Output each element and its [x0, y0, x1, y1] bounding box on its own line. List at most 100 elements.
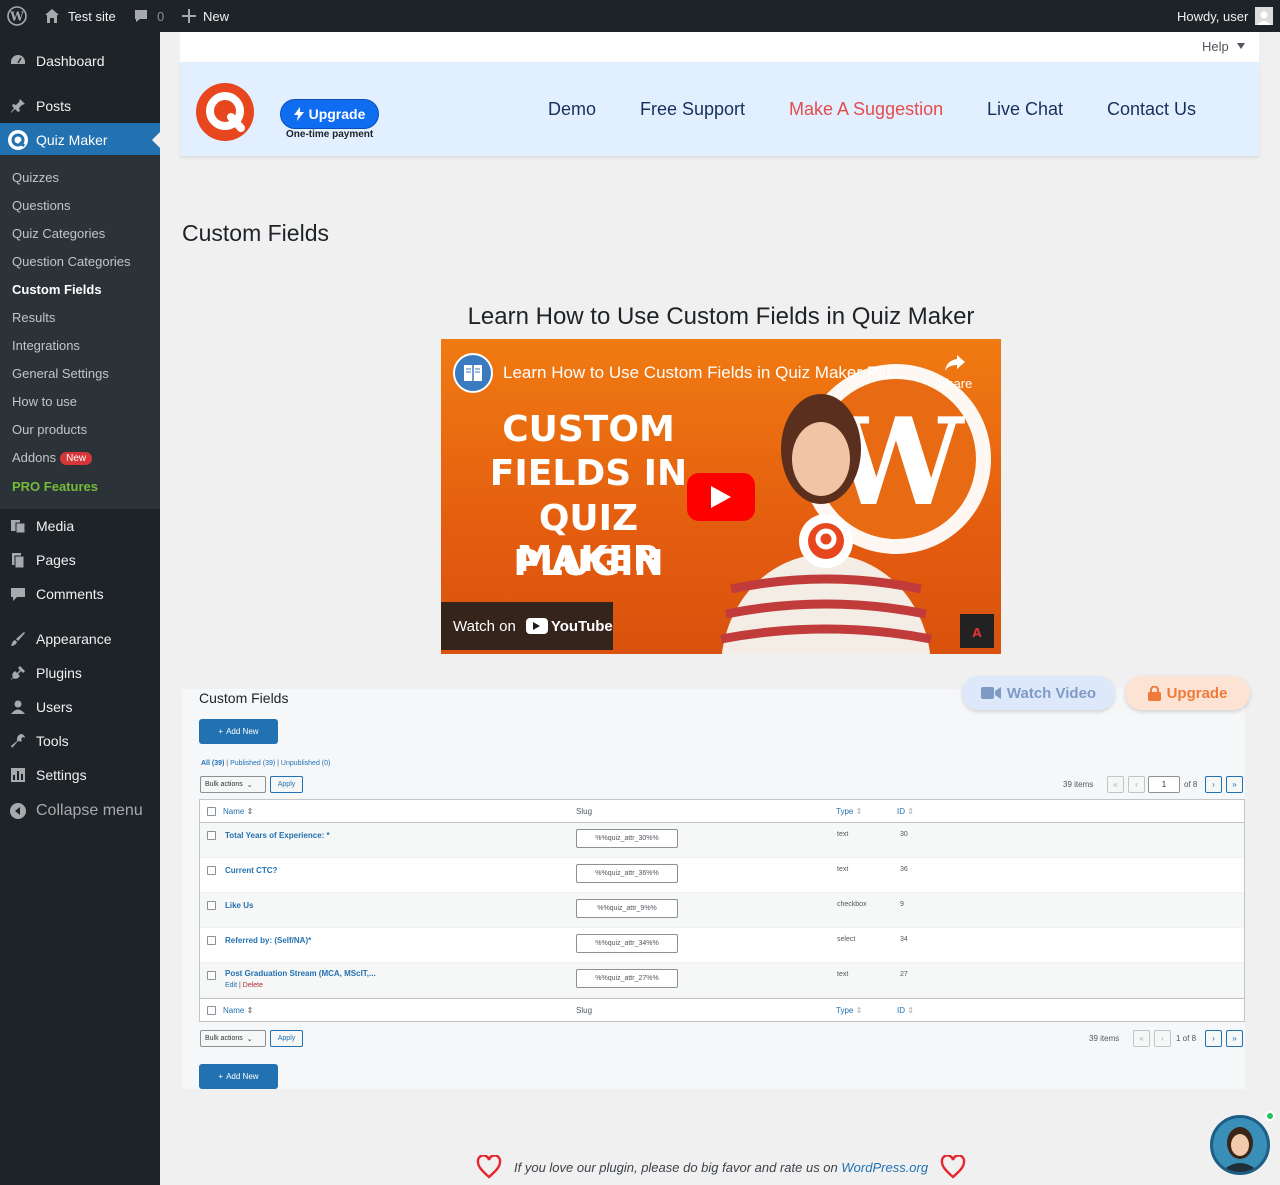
- youtube-video-embed[interactable]: W A Learn How to Use Custom Fields in Qu…: [441, 339, 1001, 654]
- channel-avatar-icon[interactable]: [453, 353, 493, 393]
- filter-published[interactable]: Published (39): [230, 760, 275, 767]
- first-page-button-top[interactable]: «: [1107, 776, 1124, 793]
- last-page-button-top[interactable]: »: [1226, 776, 1243, 793]
- menu-tools[interactable]: Tools: [0, 724, 160, 758]
- row-checkbox[interactable]: [207, 971, 216, 980]
- menu-pages[interactable]: Pages: [0, 543, 160, 577]
- live-chat-avatar[interactable]: [1210, 1115, 1270, 1175]
- play-button[interactable]: [687, 473, 755, 521]
- edit-link[interactable]: Edit: [225, 982, 237, 989]
- bulk-actions-select-top[interactable]: Bulk actions ⌄: [200, 776, 266, 793]
- menu-media[interactable]: Media: [0, 509, 160, 543]
- current-page-input[interactable]: 1: [1148, 776, 1180, 793]
- submenu-general-settings[interactable]: General Settings: [12, 366, 109, 381]
- bolt-icon: [293, 107, 304, 121]
- watch-on-youtube-button[interactable]: Watch on YouTube: [441, 602, 613, 650]
- collapse-menu-button[interactable]: Collapse menu: [0, 794, 160, 828]
- submenu-custom-fields[interactable]: Custom Fields: [12, 282, 102, 297]
- submenu-pro-features[interactable]: PRO Features: [12, 479, 98, 494]
- prev-page-button-bottom[interactable]: ‹: [1154, 1030, 1171, 1047]
- play-icon: [711, 486, 731, 508]
- column-id[interactable]: ID ⇕: [897, 807, 914, 816]
- row-checkbox[interactable]: [207, 936, 216, 945]
- thumbnail-line-1: CUSTOM: [502, 409, 675, 450]
- new-content-link[interactable]: New: [182, 0, 229, 32]
- column-name-bottom[interactable]: Name ⇕: [223, 1006, 253, 1015]
- menu-quiz-maker[interactable]: Quiz Maker: [0, 123, 160, 157]
- menu-posts[interactable]: Posts: [0, 89, 160, 123]
- prev-page-button-top[interactable]: ‹: [1128, 776, 1145, 793]
- upgrade-button[interactable]: Upgrade: [280, 99, 379, 129]
- thumbnail-line-4: PLUGIN: [513, 543, 664, 584]
- bulk-actions-select-bottom[interactable]: Bulk actions ⌄: [200, 1030, 266, 1047]
- slug-field[interactable]: %%quiz_attr_9%%: [576, 899, 678, 918]
- submenu-question-categories[interactable]: Question Categories: [12, 254, 131, 269]
- field-name-link[interactable]: Like Us: [225, 901, 253, 910]
- delete-link[interactable]: Delete: [243, 982, 263, 989]
- last-page-button-bottom[interactable]: »: [1226, 1030, 1243, 1047]
- quiz-maker-logo-icon[interactable]: [195, 82, 255, 142]
- menu-comments[interactable]: Comments: [0, 577, 160, 611]
- filter-all[interactable]: All (39): [201, 760, 224, 767]
- add-new-button-bottom[interactable]: + Add New: [199, 1064, 278, 1089]
- nav-contact-us[interactable]: Contact Us: [1107, 99, 1196, 120]
- field-name-link[interactable]: Current CTC?: [225, 866, 277, 875]
- help-tab-button[interactable]: Help: [1202, 32, 1245, 60]
- add-new-button[interactable]: + Add New: [199, 719, 278, 744]
- nav-make-a-suggestion[interactable]: Make A Suggestion: [789, 99, 943, 120]
- video-title[interactable]: Learn How to Use Custom Fields in Quiz M…: [503, 363, 905, 383]
- nav-live-chat[interactable]: Live Chat: [987, 99, 1063, 120]
- menu-appearance[interactable]: Appearance: [0, 622, 160, 656]
- field-name-link[interactable]: Total Years of Experience: *: [225, 831, 330, 840]
- select-all-checkbox[interactable]: [207, 807, 216, 816]
- submenu-quizzes[interactable]: Quizzes: [12, 170, 59, 185]
- slug-field[interactable]: %%quiz_attr_27%%: [576, 969, 678, 988]
- slug-field[interactable]: %%quiz_attr_36%%: [576, 864, 678, 883]
- filter-unpublished[interactable]: Unpublished (0): [281, 760, 330, 767]
- slug-field[interactable]: %%quiz_attr_30%%: [576, 829, 678, 848]
- upgrade-pro-button[interactable]: Upgrade: [1125, 676, 1250, 710]
- comments-link[interactable]: 0: [133, 0, 164, 32]
- next-page-button-bottom[interactable]: ›: [1205, 1030, 1222, 1047]
- field-name-link[interactable]: Referred by: (Self/NA)*: [225, 936, 311, 945]
- submenu-questions[interactable]: Questions: [12, 198, 71, 213]
- sort-icon: ⇕: [907, 1006, 914, 1015]
- row-checkbox[interactable]: [207, 831, 216, 840]
- row-checkbox[interactable]: [207, 901, 216, 910]
- my-account-link[interactable]: Howdy, user: [1177, 0, 1274, 32]
- one-time-payment-note: One-time payment: [286, 129, 374, 140]
- nav-free-support[interactable]: Free Support: [640, 99, 745, 120]
- column-type[interactable]: Type ⇕: [836, 807, 862, 816]
- submenu-integrations[interactable]: Integrations: [12, 338, 80, 353]
- submenu-our-products[interactable]: Our products: [12, 422, 87, 437]
- items-count-top: 39 items: [1063, 780, 1094, 789]
- column-name[interactable]: Name ⇕: [223, 807, 253, 816]
- submenu-quiz-categories[interactable]: Quiz Categories: [12, 226, 105, 241]
- field-name-link[interactable]: Post Graduation Stream (MCA, MScIT,...: [225, 969, 376, 978]
- menu-users[interactable]: Users: [0, 690, 160, 724]
- site-name-link[interactable]: Test site: [44, 0, 116, 32]
- sort-icon: ⇕: [855, 1006, 863, 1015]
- apply-button-top[interactable]: Apply: [270, 776, 303, 793]
- slug-field[interactable]: %%quiz_attr_34%%: [576, 934, 678, 953]
- nav-demo[interactable]: Demo: [548, 99, 596, 120]
- menu-settings[interactable]: Settings: [0, 758, 160, 792]
- apply-button-bottom[interactable]: Apply: [270, 1030, 303, 1047]
- column-id-bottom[interactable]: ID ⇕: [897, 1006, 914, 1015]
- wordpress-org-link[interactable]: WordPress.org: [841, 1160, 928, 1175]
- watch-video-button[interactable]: Watch Video: [962, 676, 1115, 710]
- caret-down-icon: [1236, 43, 1245, 49]
- share-button[interactable]: Share: [935, 353, 975, 391]
- column-type-bottom[interactable]: Type ⇕: [836, 1006, 862, 1015]
- next-page-button-top[interactable]: ›: [1205, 776, 1222, 793]
- menu-plugins[interactable]: Plugins: [0, 656, 160, 690]
- select-all-checkbox-bottom[interactable]: [207, 1006, 216, 1015]
- first-page-button-bottom[interactable]: «: [1133, 1030, 1150, 1047]
- sort-icon: ⇕: [907, 807, 914, 816]
- submenu-results[interactable]: Results: [12, 310, 55, 325]
- submenu-how-to-use[interactable]: How to use: [12, 394, 77, 409]
- menu-dashboard[interactable]: Dashboard: [0, 44, 160, 78]
- wordpress-logo-icon[interactable]: W: [7, 0, 27, 32]
- submenu-addons[interactable]: Addons New: [12, 450, 93, 465]
- row-checkbox[interactable]: [207, 866, 216, 875]
